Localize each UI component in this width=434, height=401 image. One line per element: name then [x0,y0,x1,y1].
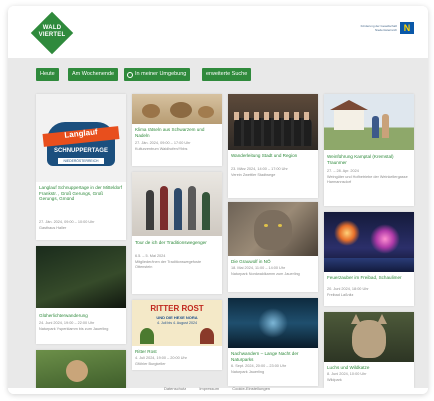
event-card[interactable]: Langlauf SCHNUPPERTAGE NIEDERÖSTERREICH … [36,94,126,240]
event-title[interactable]: Wanderleitung Stadt und Region [231,153,315,159]
event-card[interactable]: Luchs und Wildkatze 8. Juni 2024, 10:00 … [324,312,414,388]
event-location: Freibad Laßnitz [327,293,354,297]
event-location: Naturpark Nordwaldkamm zum Jauerling [231,272,300,276]
event-image-team [228,94,318,150]
event-date: 6. Sept. 2024, 20:00 – 23:00 Uhr [231,364,287,368]
filter-today-button[interactable]: Heute [36,68,59,81]
filter-nearby-button[interactable]: In meiner Umgebung [124,68,191,81]
event-location: Naturpark Ysperklamm bis zum Jauerling [39,327,109,331]
event-image-farmhouse [324,94,414,150]
event-date: 24. Juni 2024, 19:00 – 22:00 Uhr [39,321,95,325]
event-title[interactable]: Klima rätseln aus Schwarzem und Nadeln [135,127,219,138]
event-date: 6.5. – 5. Mai 2024 [135,254,166,258]
event-location: Mitglieder/inen der Traditionswegefoste … [135,260,202,269]
event-image-baskets [132,94,222,124]
site-header: WALD VIERTEL Förderung der Gesellschaft … [8,6,428,58]
event-date: 23. März 2024, 14:00 – 17:00 Uhr [231,167,288,171]
event-image-fireworks [324,212,414,272]
logo-line1: WALD [42,25,62,31]
logo-line2: VIERTEL [38,32,66,38]
event-title[interactable]: Ritter Rost [135,349,219,355]
sponsor-text: Förderung der Gesellschaft Niederösterre… [360,24,397,32]
event-title[interactable]: Luchs und Wildkatze [327,365,411,371]
poster-subtitle: SCHNUPPERTAGE [54,148,108,154]
poster-region: NIEDERÖSTERREICH [58,158,104,164]
sponsor-logo: Förderung der Gesellschaft Niederösterre… [359,22,414,34]
browser-page: WALD VIERTEL Förderung der Gesellschaft … [8,6,428,394]
footer-links: Datenschutz Impressum Cookie-Einstellung… [0,386,434,391]
event-card[interactable]: Nachwandern – Lange Nacht der Naturparks… [228,298,318,386]
event-title[interactable]: Nachwandern – Lange Nacht der Naturparks [231,351,315,362]
event-poster-langlauf: Langlauf SCHNUPPERTAGE NIEDERÖSTERREICH [36,94,126,182]
event-location: Kulturzentrum Waidhofen/Ybbs [135,147,188,151]
event-image-meadow [36,350,126,388]
event-poster-ritter-rost: RITTER ROST UND DIE HEXE NORA 4. Juli bi… [132,300,222,346]
event-image-night-forest [36,246,126,308]
event-image-lynx [324,312,414,362]
event-card[interactable]: Glüherlichterwanderung 24. Juni 2024, 19… [36,246,126,344]
event-card[interactable]: RITTER ROST UND DIE HEXE NORA 4. Juli bi… [132,300,222,370]
event-image-night-sky [228,298,318,348]
event-card[interactable]: Wanderleitung Stadt und Region 23. März … [228,94,318,198]
event-image-wolf [228,202,318,256]
event-date: 27. – 28. Apr. 2024 [327,169,359,173]
event-date: 18. Mai 2024, 11:00 – 14:00 Uhr [231,266,286,270]
event-card[interactable]: Weinführung Kamptal (Kremstal) Traunmer … [324,94,414,206]
event-title[interactable]: Tour de ich der Traditionswegenger [135,240,219,246]
event-card[interactable]: Tour de ich der Traditionswegenger 6.5. … [132,172,222,294]
location-target-icon [127,71,133,78]
event-location: Gasthaus Haller [39,226,67,230]
event-card[interactable] [36,350,126,388]
event-date: 27. Jän. 2024, 09:00 – 17:00 Uhr [135,141,191,145]
noe-badge-icon: N [400,22,414,34]
event-image-group [132,172,222,236]
footer-imprint-link[interactable]: Impressum [199,386,219,391]
poster-title: RITTER ROST [150,304,204,313]
poster-dates: 4. Juli bis 4. August 2024 [157,321,197,325]
event-title[interactable]: Die Grauwolf in NÖ [231,259,315,265]
waldviertel-logo[interactable]: WALD VIERTEL [30,11,74,55]
event-date: 20. Juni 2024, 18:00 Uhr [327,287,369,291]
footer-cookie-settings-link[interactable]: Cookie-Einstellungen [232,386,270,391]
event-location: Naturpark Jauerling [231,370,265,374]
event-location: Gföhler Burgkeller [135,362,166,366]
poster-subtitle: UND DIE HEXE NORA [156,315,198,320]
event-card[interactable]: Feuerzauber im Freibad, Schaulimer 20. J… [324,212,414,306]
event-title[interactable]: Glüherlichterwanderung [39,313,123,319]
event-location: Wildpark [327,378,342,382]
event-card[interactable]: Klima rätseln aus Schwarzem und Nadeln 2… [132,94,222,166]
event-date: 4. Juli 2024, 19:00 – 20:00 Uhr [135,356,187,360]
filter-bar: Heute Am Wochenende In meiner Umgebung e… [8,58,428,92]
footer-privacy-link[interactable]: Datenschutz [164,386,186,391]
event-location: Weingüter und Hofbetriebe der Weinkeller… [327,175,408,184]
event-title[interactable]: Langlauf Schnuppertage in der Mitteldorf… [39,185,123,202]
event-title[interactable]: Weinführung Kamptal (Kremstal) Traunmer [327,154,411,165]
event-location: Verein Zwettler Stadtwege [231,173,276,177]
event-title[interactable]: Feuerzauber im Freibad, Schaulimer [327,275,411,281]
event-date: 27. Jän. 2024, 09:00 – 10:00 Uhr [39,220,95,224]
event-date: 8. Juni 2024, 10:00 Uhr [327,372,367,376]
filter-advanced-button[interactable]: erweiterte Suche [202,68,252,81]
filter-nearby-label: In meiner Umgebung [135,71,187,77]
event-card[interactable]: Die Grauwolf in NÖ 18. Mai 2024, 11:00 –… [228,202,318,292]
filter-weekend-button[interactable]: Am Wochenende [68,68,119,81]
